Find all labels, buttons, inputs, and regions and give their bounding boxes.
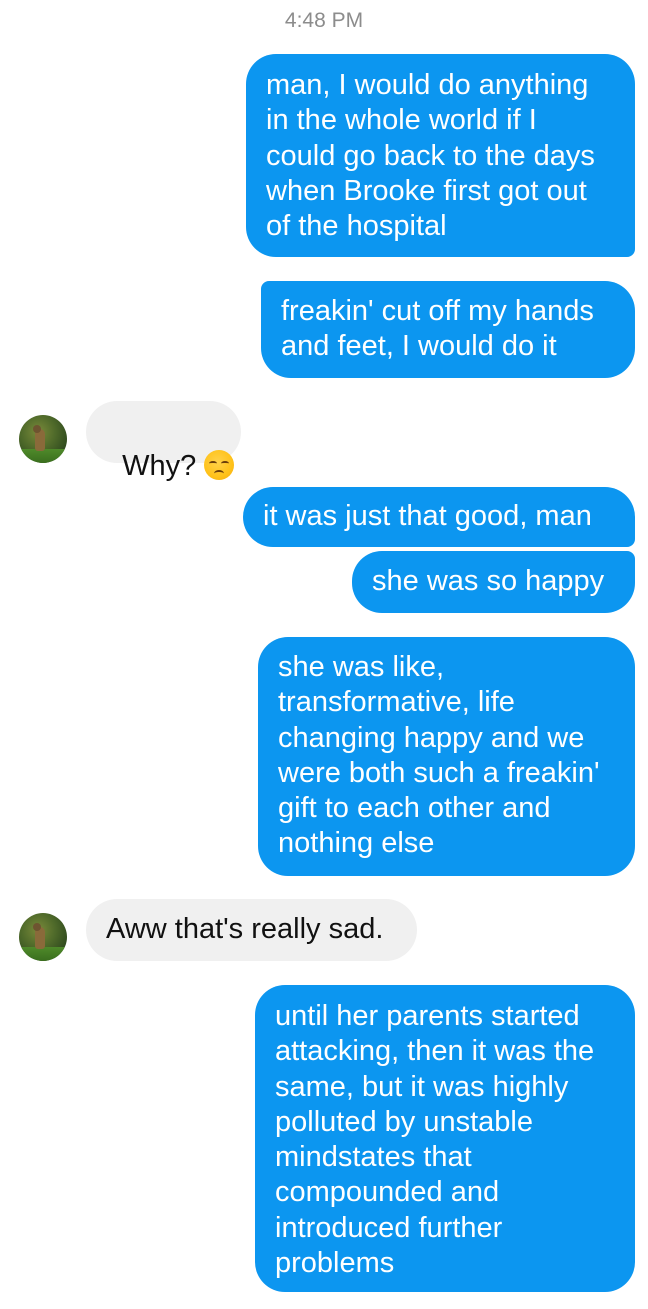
- message-timestamp: 4:48 PM: [284, 9, 364, 32]
- contact-avatar[interactable]: [19, 415, 67, 463]
- message-bubble-outgoing[interactable]: freakin' cut off my hands and feet, I wo…: [261, 281, 635, 378]
- message-bubble-outgoing[interactable]: she was like, transformative, life chang…: [258, 637, 635, 876]
- message-bubble-outgoing[interactable]: until her parents started attacking, the…: [255, 985, 635, 1292]
- message-text: Why?: [122, 450, 197, 483]
- disappointed-face-icon: [204, 450, 235, 481]
- message-bubble-incoming[interactable]: Why?: [86, 401, 241, 482]
- contact-avatar[interactable]: [19, 913, 67, 961]
- message-bubble-outgoing[interactable]: it was just that good, man: [243, 487, 635, 547]
- message-bubble-incoming[interactable]: Aww that's really sad.: [86, 899, 417, 961]
- message-bubble-outgoing[interactable]: man, I would do anything in the whole wo…: [246, 54, 635, 257]
- message-bubble-outgoing[interactable]: she was so happy: [352, 551, 635, 613]
